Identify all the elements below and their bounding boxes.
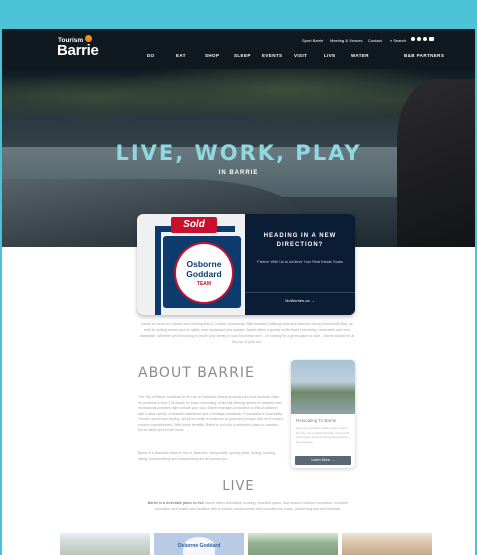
tile-label: Osborne Goddard (177, 543, 221, 549)
nav-bb-partners[interactable]: B&B PARTNERS (404, 53, 444, 58)
nav-visit[interactable]: VISIT (294, 53, 307, 58)
sign-post (155, 226, 161, 315)
search-label: Search (393, 38, 407, 43)
relocation-card: Relocating To Barrie See our relocation … (291, 360, 355, 468)
relocation-card-title: Relocating To Barrie (296, 418, 337, 423)
nav-sleep[interactable]: SLEEP (234, 53, 251, 58)
go-train-photo[interactable] (248, 533, 338, 555)
util-link-meetings[interactable]: Meeting & Venues (330, 38, 362, 43)
badge-line-3: TEAM (196, 281, 212, 287)
nav-live[interactable]: LIVE (324, 53, 336, 58)
web-page: Tourism Barrie Sport Barrie Meeting & Ve… (2, 29, 475, 555)
sign-panel: Osborne Goddard TEAM (163, 236, 241, 308)
search-icon: ⌕ (390, 38, 393, 43)
youtube-icon[interactable] (429, 37, 434, 41)
intro-text: Barrie is home to a vibrant and thriving… (139, 322, 355, 344)
tile-fade (342, 533, 432, 555)
instagram-icon[interactable] (411, 37, 415, 41)
relocation-card-image (291, 360, 355, 414)
nav-shop[interactable]: SHOP (205, 53, 219, 58)
facebook-icon[interactable] (423, 37, 427, 41)
autumn-house-photo[interactable] (342, 533, 432, 555)
ad-divider (245, 292, 355, 293)
ad-text: Partner With Us to Achieve Your Real Est… (257, 260, 343, 264)
ad-text-panel: HEADING IN A NEW DIRECTION? Partner With… (245, 214, 355, 315)
about-paragraph-1: The City of Barrie continues to be one o… (138, 395, 284, 432)
util-link-sport[interactable]: Sport Barrie (302, 38, 323, 43)
tile-fade (248, 533, 338, 555)
nav-events[interactable]: EVENTS (262, 53, 282, 58)
site-header: Tourism Barrie Sport Barrie Meeting & Ve… (2, 29, 475, 69)
waterfront-photo[interactable] (60, 533, 150, 555)
browser-frame: Tourism Barrie Sport Barrie Meeting & Ve… (0, 29, 477, 555)
live-text: Barrie is a desirable place to live. Bar… (142, 501, 354, 512)
about-paragraph-2: Barrie is a desirable place to live in. … (138, 451, 276, 461)
badge-line-1: Osborne (186, 259, 222, 269)
relocation-card-text: See our relocation guide to learn about … (296, 426, 350, 444)
ad-link[interactable]: NoWorries.ca → (245, 298, 355, 303)
live-heading: LIVE (222, 479, 255, 494)
realestate-ad-card[interactable]: Sold Osborne Goddard TEAM HEADING IN A N… (137, 214, 355, 315)
osborne-goddard-logo: Osborne Goddard TEAM (174, 242, 234, 304)
hero-subtitle: IN BARRIE (218, 170, 259, 176)
live-text-bold: Barrie is a desirable place to live. (147, 501, 205, 505)
learn-more-button[interactable]: Learn More → (295, 456, 351, 465)
site-logo[interactable]: Barrie (57, 42, 99, 59)
search-link[interactable]: ⌕ Search (390, 38, 406, 43)
tile-fade (60, 533, 150, 555)
nav-do[interactable]: DO (147, 53, 155, 58)
about-heading: ABOUT BARRIE (138, 365, 255, 381)
nav-water[interactable]: WATER (351, 53, 369, 58)
hero-title: LIVE, WORK, PLAY (115, 141, 362, 165)
sold-sign: Sold (171, 217, 217, 233)
ad-sign-image: Sold Osborne Goddard TEAM (137, 214, 245, 315)
badge-line-2: Goddard (186, 269, 222, 279)
osborne-goddard-tile[interactable]: Osborne Goddard (154, 533, 244, 555)
nav-eat[interactable]: EAT (176, 53, 186, 58)
util-link-contact[interactable]: Contact (368, 38, 382, 43)
ad-heading: HEADING IN A NEW DIRECTION? (263, 233, 337, 248)
pinterest-icon[interactable] (417, 37, 421, 41)
logo-sun-icon (85, 35, 92, 42)
